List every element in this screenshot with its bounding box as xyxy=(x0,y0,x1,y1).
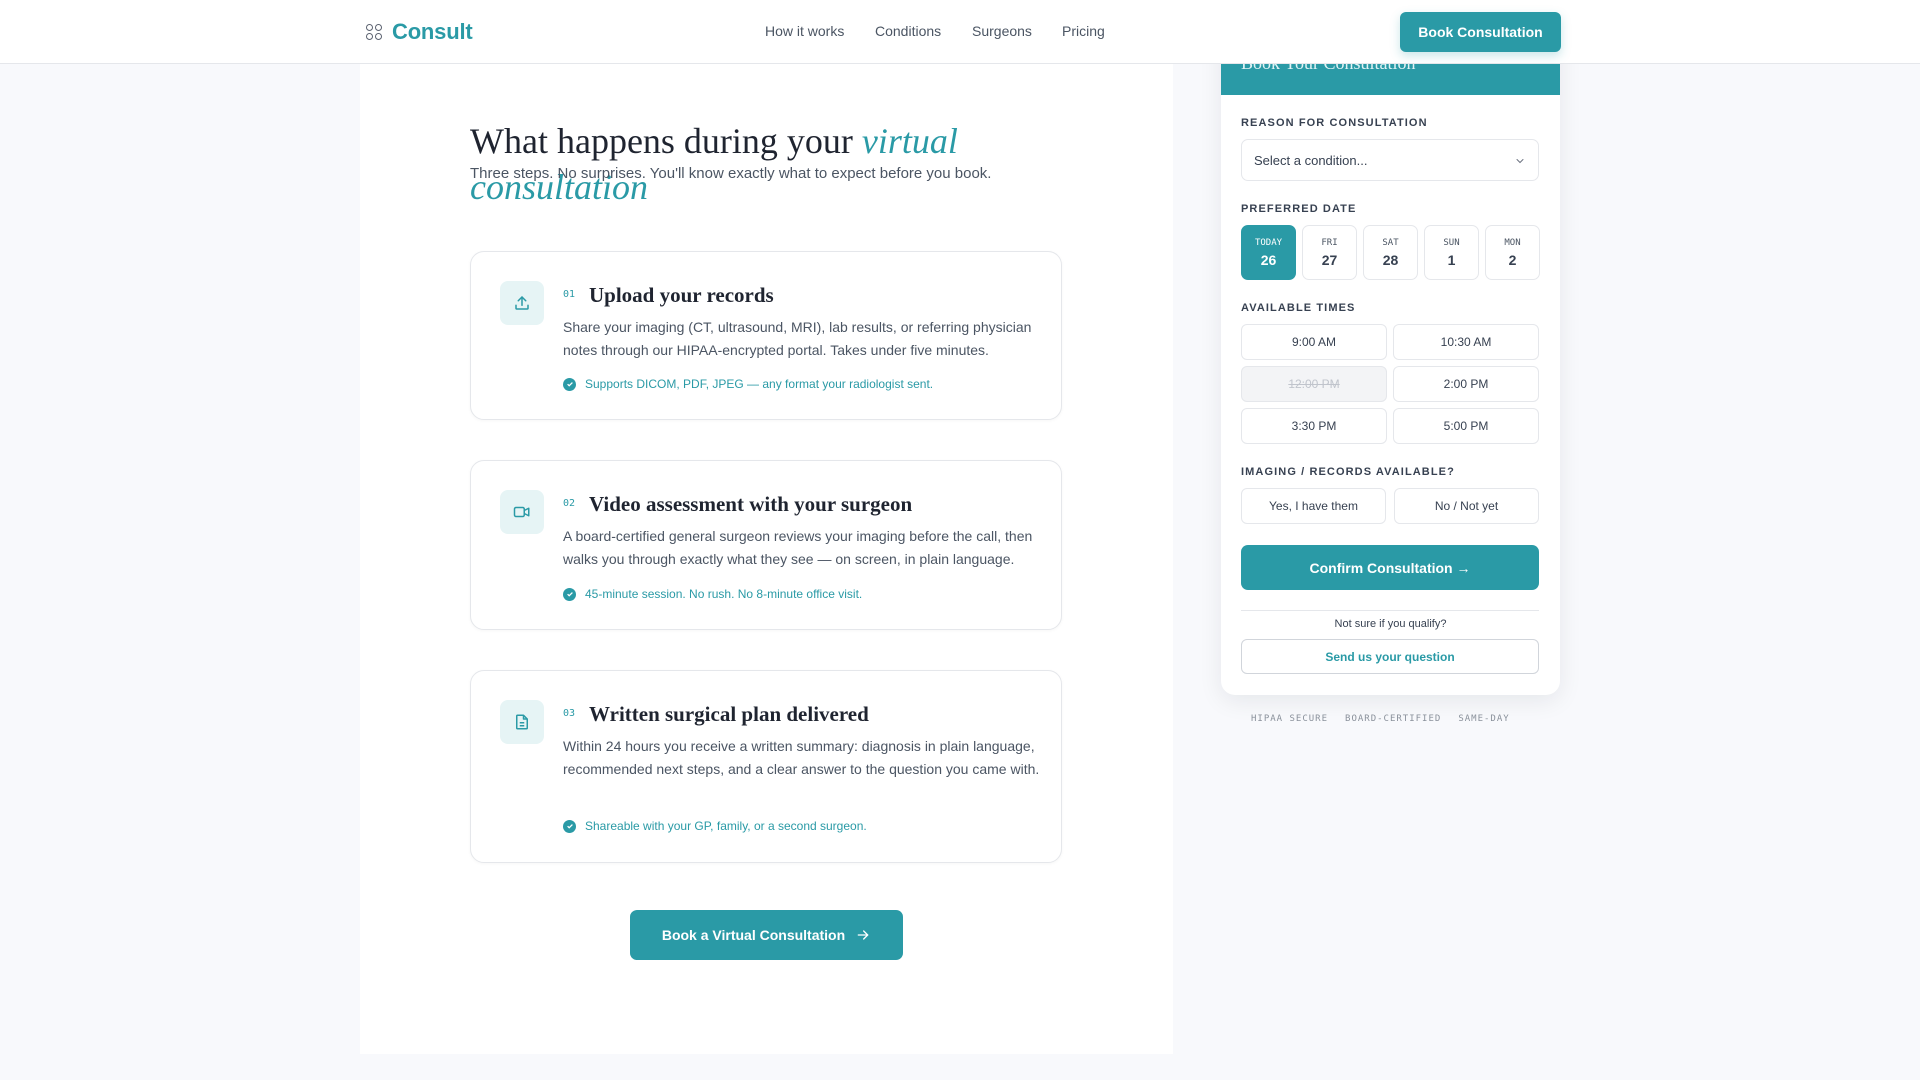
date-number: 28 xyxy=(1382,251,1399,268)
imaging-yes-button[interactable]: Yes, I have them xyxy=(1241,488,1386,524)
step-note: 45-minute session. No rush. No 8-minute … xyxy=(563,587,862,601)
date-option-sat[interactable]: SAT 28 xyxy=(1363,225,1418,280)
date-day: SAT xyxy=(1382,237,1399,248)
chevron-down-icon xyxy=(1516,159,1524,164)
badge-same-day: SAME-DAY xyxy=(1458,714,1510,724)
step-card-plan: 03 Written surgical plan delivered Withi… xyxy=(470,670,1062,863)
check-icon xyxy=(563,377,576,391)
date-option-sun[interactable]: SUN 1 xyxy=(1424,225,1479,280)
step-note: Supports DICOM, PDF, JPEG — any format y… xyxy=(563,377,933,391)
time-slots: 9:00 AM 10:30 AM 12:00 PM 2:00 PM 3:30 P… xyxy=(1241,324,1539,444)
step-card-video: 02 Video assessment with your surgeon A … xyxy=(470,460,1062,630)
step-note-text: Shareable with your GP, family, or a sec… xyxy=(585,819,867,833)
date-label: PREFERRED DATE xyxy=(1241,203,1357,215)
step-title: Written surgical plan delivered xyxy=(589,702,869,726)
imaging-options: Yes, I have them No / Not yet xyxy=(1241,488,1539,524)
condition-select[interactable]: Select a condition... xyxy=(1241,139,1539,181)
document-icon xyxy=(500,700,544,744)
time-slot[interactable]: 9:00 AM xyxy=(1241,324,1387,360)
qualify-text: Not sure if you qualify? xyxy=(1334,618,1447,630)
time-slot-unavailable: 12:00 PM xyxy=(1241,366,1387,402)
date-day: FRI xyxy=(1321,237,1338,248)
page-subtitle: Three steps. No surprises. You'll know e… xyxy=(470,165,992,182)
confirm-consultation-button[interactable]: Confirm Consultation → xyxy=(1241,545,1539,590)
step-description: Within 24 hours you receive a written su… xyxy=(563,738,1040,777)
page-title: What happens during your virtual consult… xyxy=(470,118,1030,210)
nav-link-conditions[interactable]: Conditions xyxy=(875,23,972,39)
page-title-plain: What happens during your xyxy=(470,121,853,161)
book-virtual-consultation-label: Book a Virtual Consultation xyxy=(661,927,846,943)
step-description: Share your imaging (CT, ultrasound, MRI)… xyxy=(563,319,1032,358)
time-slot[interactable]: 2:00 PM xyxy=(1393,366,1539,402)
date-day: MON xyxy=(1504,237,1521,248)
time-slot[interactable]: 5:00 PM xyxy=(1393,408,1539,444)
upload-icon xyxy=(500,281,544,325)
book-consultation-button[interactable]: Book Consultation xyxy=(1400,12,1561,52)
check-icon xyxy=(563,587,576,601)
time-slot[interactable]: 10:30 AM xyxy=(1393,324,1539,360)
how-it-works-section: What happens during your virtual consult… xyxy=(360,64,1173,1054)
video-icon xyxy=(500,490,544,534)
book-virtual-consultation-button[interactable]: Book a Virtual Consultation xyxy=(630,910,903,960)
imaging-label: IMAGING / RECORDS AVAILABLE? xyxy=(1241,466,1455,478)
brand[interactable]: Consult xyxy=(366,19,473,45)
date-option-fri[interactable]: FRI 27 xyxy=(1302,225,1357,280)
divider xyxy=(1241,610,1539,611)
date-number: 26 xyxy=(1260,251,1277,268)
times-label: AVAILABLE TIMES xyxy=(1241,302,1356,314)
imaging-no-button[interactable]: No / Not yet xyxy=(1394,488,1539,524)
step-note: Shareable with your GP, family, or a sec… xyxy=(563,819,867,833)
brand-name: Consult xyxy=(392,19,473,44)
step-number: 03 xyxy=(563,708,576,719)
date-number: 2 xyxy=(1508,251,1517,268)
date-day: TODAY xyxy=(1254,237,1283,248)
date-option-today[interactable]: TODAY 26 xyxy=(1241,225,1296,280)
nav-link-surgeons[interactable]: Surgeons xyxy=(972,23,1062,39)
step-title: Upload your records xyxy=(589,283,774,307)
reason-label: REASON FOR CONSULTATION xyxy=(1241,117,1428,129)
time-slot[interactable]: 3:30 PM xyxy=(1241,408,1387,444)
nav-link-how-it-works[interactable]: How it works xyxy=(765,23,875,39)
nav-link-pricing[interactable]: Pricing xyxy=(1062,23,1122,39)
top-navigation: Consult How it works Conditions Surgeons… xyxy=(0,0,1920,64)
date-picker: TODAY 26 FRI 27 SAT 28 SUN 1 MON 2 xyxy=(1241,225,1540,280)
logo-icon xyxy=(366,24,382,40)
trust-badges: HIPAA SECURE BOARD-CERTIFIED SAME-DAY xyxy=(1251,714,1510,724)
booking-widget: Book Your Consultation REASON FOR CONSUL… xyxy=(1221,15,1560,695)
send-question-button[interactable]: Send us your question xyxy=(1241,639,1539,674)
step-description: A board-certified general surgeon review… xyxy=(563,528,1033,567)
date-number: 27 xyxy=(1321,251,1338,268)
date-number: 1 xyxy=(1447,251,1456,268)
arrow-right-icon xyxy=(857,930,869,940)
badge-hipaa: HIPAA SECURE xyxy=(1251,714,1329,724)
condition-select-value: Select a condition... xyxy=(1254,152,1368,168)
nav-links: How it works Conditions Surgeons Pricing xyxy=(765,23,1122,39)
date-day: SUN xyxy=(1443,237,1460,248)
step-number: 01 xyxy=(563,289,576,300)
badge-board-certified: BOARD-CERTIFIED xyxy=(1345,714,1442,724)
check-icon xyxy=(563,819,576,833)
step-card-upload: 01 Upload your records Share your imagin… xyxy=(470,251,1062,420)
date-option-mon[interactable]: MON 2 xyxy=(1485,225,1540,280)
step-note-text: 45-minute session. No rush. No 8-minute … xyxy=(585,587,863,601)
step-note-text: Supports DICOM, PDF, JPEG — any format y… xyxy=(585,377,934,391)
step-number: 02 xyxy=(563,498,576,509)
step-title: Video assessment with your surgeon xyxy=(589,492,913,516)
